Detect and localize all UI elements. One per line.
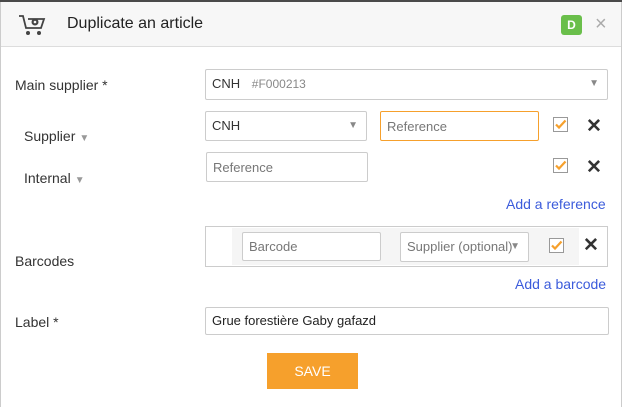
checkbox-checked-icon[interactable] <box>553 117 568 132</box>
supplier-value: CNH <box>212 118 241 133</box>
reference-type-label: Supplier <box>24 128 76 144</box>
main-supplier-value: CNH <box>212 76 241 91</box>
reference-type-internal[interactable]: Internal ▼ <box>24 170 85 186</box>
checkbox-checked-icon[interactable] <box>549 238 564 253</box>
barcode-supplier-value: Supplier (optional) <box>407 239 513 254</box>
dialog-header: Duplicate an article D × <box>1 2 621 47</box>
status-badge[interactable]: D <box>561 15 582 35</box>
chevron-down-icon: ▼ <box>589 78 599 89</box>
cart-settings-icon <box>19 15 46 35</box>
remove-reference-button[interactable]: ✕ <box>586 117 602 136</box>
add-reference-link[interactable]: Add a reference <box>506 196 606 212</box>
close-icon[interactable]: × <box>595 14 607 34</box>
barcode-supplier-select[interactable]: Supplier (optional) ▼ <box>400 232 529 262</box>
duplicate-article-dialog: Duplicate an article D × Main supplier *… <box>0 2 622 407</box>
label-field-label: Label * <box>15 314 59 330</box>
add-barcode-link[interactable]: Add a barcode <box>515 276 606 292</box>
chevron-down-icon: ▼ <box>74 175 85 186</box>
chevron-down-icon: ▼ <box>348 120 358 131</box>
main-supplier-code: #F000213 <box>251 77 306 91</box>
reference-type-supplier[interactable]: Supplier ▼ <box>24 128 89 144</box>
internal-reference-input[interactable] <box>206 152 368 182</box>
main-supplier-select[interactable]: CNH #F000213 ▼ <box>205 69 608 100</box>
chevron-down-icon: ▼ <box>79 133 90 144</box>
label-input[interactable] <box>205 307 609 335</box>
barcodes-label: Barcodes <box>15 253 75 269</box>
remove-reference-button[interactable]: ✕ <box>586 158 602 177</box>
remove-barcode-button[interactable]: ✕ <box>583 236 599 255</box>
chevron-down-icon: ▼ <box>510 241 520 252</box>
supplier-select[interactable]: CNH ▼ <box>205 111 367 141</box>
barcode-input[interactable] <box>242 232 381 261</box>
save-button[interactable]: SAVE <box>267 353 358 389</box>
reference-type-label: Internal <box>24 170 71 186</box>
dialog-title: Duplicate an article <box>67 15 204 32</box>
main-supplier-label: Main supplier * <box>15 77 108 93</box>
checkbox-checked-icon[interactable] <box>553 158 568 173</box>
supplier-reference-input[interactable] <box>380 111 539 141</box>
